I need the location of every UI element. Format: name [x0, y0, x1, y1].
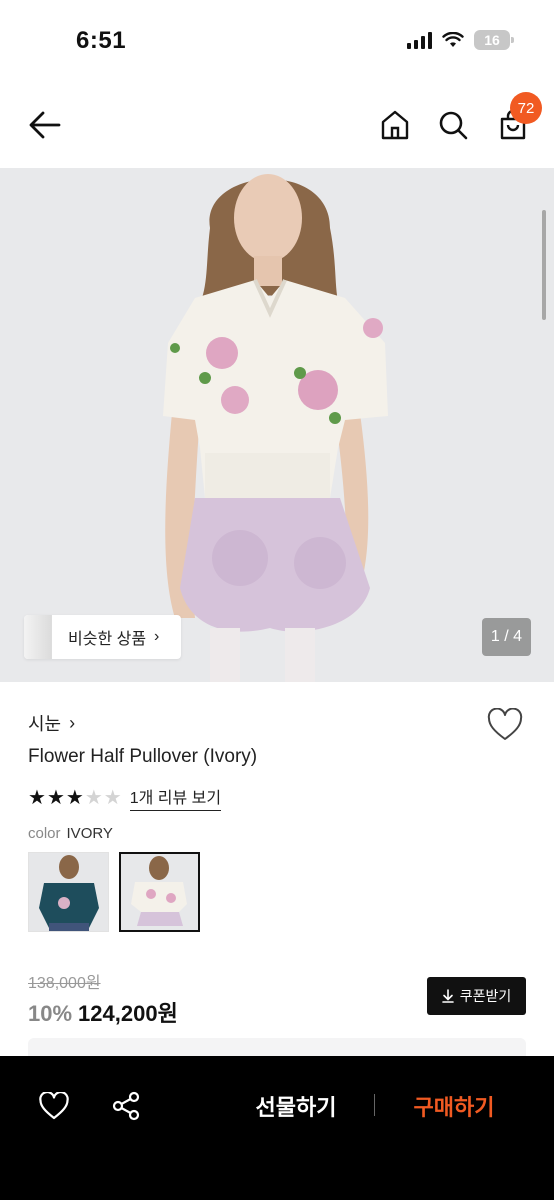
- gift-button[interactable]: 선물하기: [234, 1090, 358, 1122]
- similar-thumbnail: [24, 615, 52, 659]
- sale-price: 124,200원: [78, 1001, 178, 1026]
- share-button[interactable]: [108, 1088, 144, 1124]
- color-value: IVORY: [66, 825, 113, 842]
- coupon-label: 쿠폰받기: [459, 988, 512, 1004]
- color-row: color IVORY: [28, 825, 113, 842]
- color-swatch-ivory[interactable]: [119, 852, 200, 932]
- chevron-right-icon: ›: [69, 712, 76, 733]
- star-rating: ★ ★ ★ ★ ★: [28, 788, 122, 808]
- signal-icon: [407, 31, 432, 49]
- image-page-indicator: 1 / 4: [482, 618, 531, 656]
- scroll-indicator: [542, 210, 546, 320]
- color-label: color: [28, 825, 61, 842]
- battery-icon: 16: [474, 30, 514, 50]
- review-link[interactable]: 1개 리뷰 보기: [129, 784, 222, 811]
- home-icon: [381, 110, 409, 140]
- star-empty-icon: ★: [84, 786, 103, 809]
- color-swatch-navy[interactable]: [28, 852, 109, 932]
- star-filled-icon: ★: [28, 786, 46, 809]
- wishlist-button[interactable]: [486, 707, 524, 746]
- heart-icon: [39, 1092, 69, 1120]
- search-button[interactable]: [434, 106, 472, 144]
- bottom-wishlist-button[interactable]: [36, 1088, 72, 1124]
- top-nav: [0, 80, 554, 168]
- home-button[interactable]: [376, 106, 414, 144]
- star-filled-icon: ★: [65, 786, 84, 809]
- bottom-action-bar: 선물하기 구매하기: [0, 1056, 554, 1200]
- cart-count-badge: 72: [510, 92, 542, 124]
- swatch-navy-image: [29, 853, 108, 931]
- chevron-right-icon: ›: [154, 628, 160, 645]
- similar-products-button[interactable]: 비슷한 상품 ›: [24, 615, 181, 659]
- status-icons: 16: [407, 30, 514, 50]
- product-name: Flower Half Pullover (Ivory): [28, 746, 258, 767]
- download-icon: [441, 989, 454, 1003]
- discount-rate: 10%: [28, 1001, 73, 1026]
- share-icon: [112, 1091, 140, 1121]
- heart-icon: [487, 707, 523, 740]
- rating-row: ★ ★ ★ ★ ★ 1개 리뷰 보기: [28, 784, 222, 811]
- back-arrow-icon: [29, 111, 61, 139]
- star-filled-icon: ★: [46, 786, 65, 809]
- divider: [374, 1094, 375, 1116]
- price-row: 10% 124,200원: [28, 996, 178, 1028]
- wifi-icon: [442, 32, 464, 47]
- coupon-button[interactable]: 쿠폰받기: [427, 977, 526, 1015]
- brand-name: 시눈: [28, 714, 62, 734]
- status-time: 6:51: [76, 27, 127, 54]
- back-button[interactable]: [24, 104, 66, 146]
- brand-link[interactable]: 시눈 ›: [28, 710, 75, 736]
- product-image[interactable]: 비슷한 상품 › 1 / 4: [0, 168, 554, 682]
- search-icon: [439, 111, 468, 140]
- original-price: 138,000원: [28, 975, 101, 992]
- swatch-ivory-image: [121, 854, 198, 930]
- status-bar: 6:51 16: [0, 0, 554, 80]
- buy-button[interactable]: 구매하기: [392, 1090, 516, 1122]
- star-empty-icon: ★: [103, 786, 122, 809]
- similar-products-label: 비슷한 상품: [68, 631, 147, 648]
- product-photo: [0, 168, 554, 682]
